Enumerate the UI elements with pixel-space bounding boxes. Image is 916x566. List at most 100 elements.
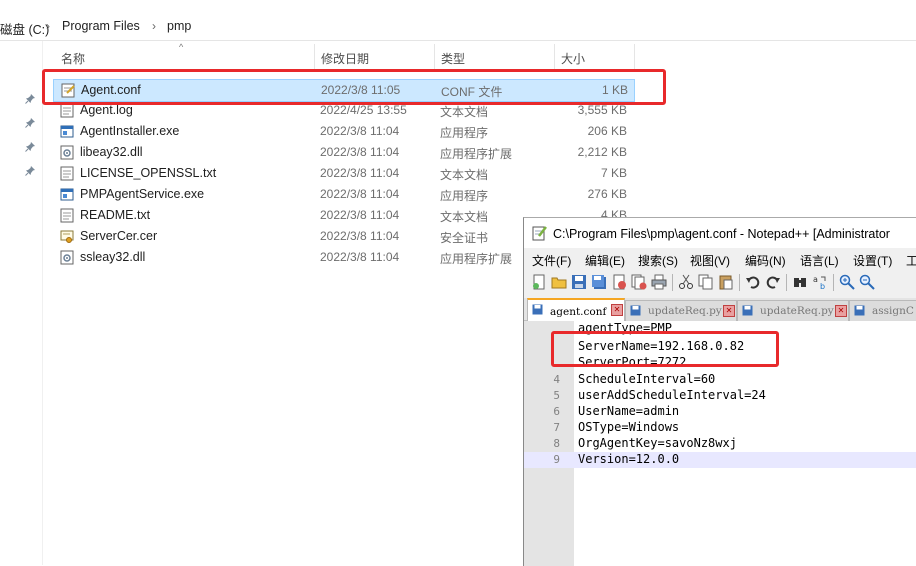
close-all-icon[interactable] [631,274,647,290]
menu-edit[interactable]: 编辑(E) [585,252,625,269]
file-row[interactable]: PMPAgentService.exe 2022/3/8 11:04 应用程序 … [53,184,633,205]
menu-tools[interactable]: 工 [906,252,916,269]
menu-settings[interactable]: 设置(T) [853,252,892,269]
save-all-icon[interactable] [591,274,607,290]
menu-search[interactable]: 搜索(S) [638,252,678,269]
text-file-icon [60,208,74,223]
file-size: 3,555 KB [577,103,627,117]
code-line[interactable]: 6 UserName=admin [524,404,916,420]
zoom-in-icon[interactable] [839,274,855,290]
file-type: 应用程序 [440,126,489,140]
copy-icon[interactable] [698,274,714,290]
file-date: 2022/4/25 13:55 [320,103,407,117]
menu-view[interactable]: 视图(V) [690,252,730,269]
pin-icon[interactable] [25,93,36,104]
saved-file-icon [630,305,641,316]
line-number: 5 [553,389,560,402]
find-icon[interactable] [792,274,808,290]
toolbar: ab [524,269,916,295]
pin-icon[interactable] [25,165,36,176]
code-text: Version=12.0.0 [578,452,680,466]
file-size: 206 KB [587,124,627,138]
tab-updatereq-py[interactable]: updateReq.py ✕ [625,300,737,321]
column-header-date[interactable]: 修改日期 [321,50,369,67]
notepad-plus-plus-icon [532,226,547,241]
tab-agent-conf[interactable]: agent.conf ✕ [527,298,625,322]
cut-icon[interactable] [678,274,694,290]
code-line[interactable]: 7 OSType=Windows [524,420,916,436]
file-name: README.txt [80,208,151,222]
code-line[interactable]: 4 ScheduleInterval=60 [524,372,916,388]
code-line[interactable]: 8 OrgAgentKey=savoNz8wxj [524,436,916,452]
line-number: 4 [553,373,560,386]
tab-label: agent.conf [550,306,607,318]
file-row[interactable]: LICENSE_OPENSSL.txt 2022/3/8 11:04 文本文档 … [53,163,633,184]
file-type: 应用程序扩展 [440,252,513,266]
certificate-icon [60,230,74,243]
pin-icon[interactable] [25,141,36,152]
save-icon[interactable] [571,274,587,290]
navigation-pane [0,41,43,565]
close-tab-icon[interactable]: ✕ [835,305,847,317]
menu-bar: 文件(F) 编辑(E) 搜索(S) 视图(V) 编码(N) 语言(L) 设置(T… [524,249,916,269]
column-divider[interactable] [554,44,555,72]
menu-file[interactable]: 文件(F) [532,252,571,269]
address-bar-breadcrumb: 磁盘 (C:) › Program Files › pmp [0,0,916,41]
file-name: LICENSE_OPENSSL.txt [80,166,217,180]
close-file-icon[interactable] [611,274,627,290]
file-date: 2022/3/8 11:04 [320,229,400,243]
toolbar-separator [739,274,740,291]
sort-ascending-icon: ^ [179,42,184,52]
file-row[interactable]: AgentInstaller.exe 2022/3/8 11:04 应用程序 2… [53,121,633,142]
paste-icon[interactable] [718,274,734,290]
highlight-box [551,331,779,367]
zoom-out-icon[interactable] [859,274,875,290]
close-tab-icon[interactable]: ✕ [611,304,623,316]
tab-label: updateReq.py [760,305,834,317]
breadcrumb-pmp[interactable]: pmp [167,19,191,33]
current-code-line[interactable]: 9 Version=12.0.0 [524,452,916,468]
editor-empty-area[interactable] [574,468,916,566]
code-text: UserName=admin [578,404,680,418]
toolbar-separator [672,274,673,291]
tab-label: assignC [872,305,914,317]
column-header-name[interactable]: 名称 [61,50,85,67]
file-row[interactable]: libeay32.dll 2022/3/8 11:04 应用程序扩展 2,212… [53,142,633,163]
column-divider[interactable] [634,44,635,72]
column-divider[interactable] [314,44,315,72]
document-tab-bar: agent.conf ✕ updateReq.py ✕ updateReq.py… [524,298,916,322]
open-file-icon[interactable] [551,274,567,290]
file-name: ssleay32.dll [80,250,146,264]
saved-file-icon [854,305,865,316]
file-date: 2022/3/8 11:04 [320,145,400,159]
code-line[interactable]: 5 userAddScheduleInterval=24 [524,388,916,404]
notepad-plus-plus-window: C:\Program Files\pmp\agent.conf - Notepa… [523,217,916,566]
redo-icon[interactable] [765,274,781,290]
file-type: 应用程序 [440,189,489,203]
tab-updatereq-py[interactable]: updateReq.py ✕ [737,300,849,321]
replace-icon[interactable]: ab [812,274,828,290]
menu-encoding[interactable]: 编码(N) [745,252,786,269]
file-date: 2022/3/8 11:04 [320,208,400,222]
menu-language[interactable]: 语言(L) [800,252,839,269]
breadcrumb-drive-c[interactable]: 磁盘 (C:) [0,19,49,38]
undo-icon[interactable] [745,274,761,290]
column-header-size[interactable]: 大小 [561,50,585,67]
breadcrumb-program-files[interactable]: Program Files [62,19,140,33]
column-header-type[interactable]: 类型 [441,50,465,67]
column-divider[interactable] [434,44,435,72]
new-file-icon[interactable] [531,274,547,290]
close-tab-icon[interactable]: ✕ [723,305,735,317]
breadcrumb-chevron-icon[interactable]: › [46,19,50,33]
print-icon[interactable] [651,274,667,290]
toolbar-separator [786,274,787,291]
window-title-bar[interactable]: C:\Program Files\pmp\agent.conf - Notepa… [524,218,916,248]
exe-icon [60,188,74,201]
line-number: 7 [553,421,560,434]
pin-icon[interactable] [25,117,36,128]
breadcrumb-chevron-icon[interactable]: › [152,19,156,33]
file-name: Agent.log [80,103,133,117]
tab-assign[interactable]: assignC [849,300,916,321]
file-date: 2022/3/8 11:04 [320,250,400,264]
file-size: 7 KB [600,166,627,180]
